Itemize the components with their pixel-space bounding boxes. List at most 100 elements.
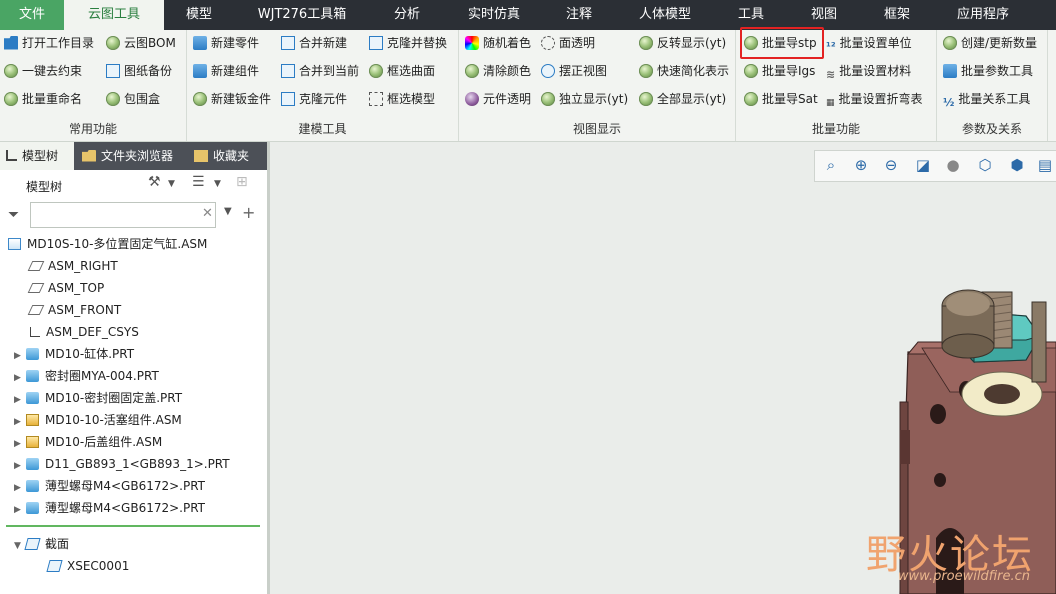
datum-display-icon[interactable]: ▤ bbox=[1032, 152, 1056, 178]
chevron-right-icon[interactable]: ▶ bbox=[14, 345, 26, 367]
random-color-button[interactable]: 随机着色 bbox=[465, 32, 531, 54]
new-part-button[interactable]: 新建零件 bbox=[193, 32, 259, 54]
csys-icon bbox=[30, 326, 40, 337]
panel-divider bbox=[6, 525, 260, 527]
group-modeling: 新建零件 新建组件 新建钣金件 合并新建 合并到当前 克隆元件 克隆并替换 框选… bbox=[187, 30, 459, 141]
batch-export-sat-button[interactable]: 批量导Sat bbox=[744, 88, 818, 110]
tab-model[interactable]: 模型 bbox=[168, 0, 230, 30]
new-sheetmetal-button[interactable]: 新建钣金件 bbox=[193, 88, 271, 110]
chevron-right-icon[interactable]: ▶ bbox=[14, 411, 26, 433]
box-select-model-button[interactable]: 框选模型 bbox=[369, 88, 435, 110]
chevron-right-icon[interactable]: ▶ bbox=[14, 389, 26, 411]
close-icon[interactable]: ✕ bbox=[202, 206, 213, 221]
open-workdir-button[interactable]: 打开工作目录 bbox=[4, 32, 94, 54]
tab-frame[interactable]: 框架 bbox=[868, 0, 926, 30]
component-transparent-button[interactable]: 元件透明 bbox=[465, 88, 531, 110]
tab-favorites[interactable]: 收藏夹 bbox=[188, 142, 270, 170]
batch-set-bend-table-button[interactable]: ▦ 批量设置折弯表 bbox=[826, 88, 923, 110]
tree-node[interactable]: ▶ MD10-密封圈固定盖.PRT bbox=[14, 387, 182, 409]
green-ball-icon bbox=[4, 63, 18, 78]
assembly-icon bbox=[26, 413, 39, 426]
face-transparent-button[interactable]: 面透明 bbox=[541, 32, 595, 54]
new-assembly-button[interactable]: 新建组件 bbox=[193, 60, 259, 82]
batch-export-igs-button[interactable]: 批量导Igs bbox=[744, 60, 815, 82]
chevron-down-icon[interactable]: ▼ bbox=[214, 179, 221, 189]
tab-file[interactable]: 文件 bbox=[0, 0, 64, 30]
chevron-right-icon[interactable]: ▶ bbox=[14, 433, 26, 455]
create-update-qty-button[interactable]: 创建/更新数量 bbox=[943, 32, 1037, 54]
tree-node[interactable]: ▶ MD10-缸体.PRT bbox=[14, 343, 134, 365]
batch-param-tool-button[interactable]: 批量参数工具 bbox=[943, 60, 1033, 82]
tab-applications[interactable]: 应用程序 bbox=[946, 0, 1020, 30]
remove-constraints-button[interactable]: 一键去约束 bbox=[4, 60, 82, 82]
batch-set-material-button[interactable]: ≋ 批量设置材料 bbox=[826, 60, 911, 82]
tree-node[interactable]: ▶ D11_GB893_1<GB893_1>.PRT bbox=[14, 453, 230, 475]
tree-node[interactable]: ▶ 密封圈MYA-004.PRT bbox=[14, 365, 159, 387]
bounding-box-button[interactable]: 包围盒 bbox=[106, 88, 160, 110]
part-icon bbox=[26, 369, 39, 382]
clone-replace-button[interactable]: 克隆并替换 bbox=[369, 32, 447, 54]
tree-node[interactable]: ▶ MD10-后盖组件.ASM bbox=[14, 431, 162, 453]
show-all-button[interactable]: 全部显示(yt) bbox=[639, 88, 726, 110]
tab-wjt-toolbox[interactable]: WJT276工具箱 bbox=[238, 0, 366, 30]
new-part-icon bbox=[193, 35, 207, 50]
tab-tools[interactable]: 工具 bbox=[722, 0, 780, 30]
zoom-out-icon[interactable]: ⊖ bbox=[878, 152, 904, 178]
quick-simplified-button[interactable]: 快速简化表示 bbox=[639, 60, 729, 82]
chevron-right-icon[interactable]: ▶ bbox=[14, 499, 26, 521]
clear-color-button[interactable]: 清除颜色 bbox=[465, 60, 531, 82]
green-ball-icon bbox=[106, 35, 120, 50]
chevron-right-icon[interactable]: ▶ bbox=[14, 477, 26, 499]
align-view-button[interactable]: 摆正视图 bbox=[541, 60, 607, 82]
graphics-window[interactable]: ⌕ ⊕ ⊖ ◪ ● ⬡ ⬢ ▤ 野火论坛 www.proewildfire.cn bbox=[270, 142, 1056, 594]
tab-realtime-sim[interactable]: 实时仿真 bbox=[456, 0, 532, 30]
tab-folder-browser[interactable]: 文件夹浏览器 bbox=[76, 142, 192, 170]
tab-analysis[interactable]: 分析 bbox=[372, 0, 442, 30]
tree-display-icon[interactable]: ☰ bbox=[192, 174, 205, 190]
repaint-icon[interactable]: ◪ bbox=[910, 152, 936, 178]
display-style-icon[interactable]: ● bbox=[940, 152, 966, 178]
tree-node[interactable]: ▶ 薄型螺母M4<GB6172>.PRT bbox=[14, 475, 205, 497]
clone-component-button[interactable]: 克隆元件 bbox=[281, 88, 347, 110]
chevron-right-icon[interactable]: ▶ bbox=[14, 367, 26, 389]
tab-human-model[interactable]: 人体模型 bbox=[628, 0, 702, 30]
merge-to-current-button[interactable]: 合并到当前 bbox=[281, 60, 359, 82]
saved-views-icon[interactable]: ⬡ bbox=[972, 152, 998, 178]
tree-node-root[interactable]: MD10S-10-多位置固定气缸.ASM bbox=[8, 233, 207, 255]
plus-icon[interactable]: + bbox=[242, 203, 255, 222]
tree-settings-icon[interactable]: ⚒ bbox=[148, 174, 161, 190]
zoom-in-icon[interactable]: ⊕ bbox=[848, 152, 874, 178]
batch-relation-tool-button[interactable]: ½ 批量关系工具 bbox=[943, 88, 1030, 110]
batch-set-units-button[interactable]: ¹² 批量设置单位 bbox=[826, 32, 912, 54]
tab-cloud-tools[interactable]: 云图工具 bbox=[64, 0, 164, 30]
chevron-down-icon[interactable]: ▼ bbox=[168, 179, 175, 189]
tree-node[interactable]: ASM_TOP bbox=[27, 277, 104, 299]
box-select-surface-button[interactable]: 框选曲面 bbox=[369, 60, 435, 82]
tree-search-input[interactable] bbox=[30, 202, 216, 228]
batch-rename-button[interactable]: 批量重命名 bbox=[4, 88, 82, 110]
merge-new-button[interactable]: 合并新建 bbox=[281, 32, 347, 54]
group-label-params: 参数及关系 bbox=[961, 122, 1022, 136]
tree-node[interactable]: ASM_RIGHT bbox=[27, 255, 118, 277]
cloud-bom-button[interactable]: 云图BOM bbox=[106, 32, 176, 54]
drawing-backup-button[interactable]: 图纸备份 bbox=[106, 60, 172, 82]
tree-node[interactable]: ▶ 薄型螺母M4<GB6172>.PRT bbox=[14, 497, 205, 519]
tab-annotate[interactable]: 注释 bbox=[548, 0, 610, 30]
chevron-down-icon[interactable]: ▼ bbox=[224, 206, 232, 217]
tree-node[interactable]: XSEC0001 bbox=[46, 555, 129, 577]
zoom-fit-icon[interactable]: ⌕ bbox=[818, 152, 844, 178]
invert-display-button[interactable]: 反转显示(yt) bbox=[639, 32, 726, 54]
filter-icon[interactable]: ⏷ bbox=[8, 207, 19, 223]
chevron-down-icon[interactable]: ▼ bbox=[14, 535, 26, 557]
tree-node-sections[interactable]: ▼ 截面 bbox=[14, 533, 69, 555]
tab-view[interactable]: 视图 bbox=[796, 0, 852, 30]
tree-columns-icon[interactable]: ⊞ bbox=[236, 174, 248, 190]
tab-model-tree[interactable]: 模型树 bbox=[0, 142, 74, 170]
isolate-display-button[interactable]: 独立显示(yt) bbox=[541, 88, 628, 110]
chevron-right-icon[interactable]: ▶ bbox=[14, 455, 26, 477]
view-orientation-icon[interactable]: ⬢ bbox=[1004, 152, 1030, 178]
tree-node[interactable]: ASM_DEF_CSYS bbox=[30, 321, 139, 343]
purple-ball-icon bbox=[465, 91, 479, 106]
tree-node[interactable]: ASM_FRONT bbox=[27, 299, 121, 321]
tree-node[interactable]: ▶ MD10-10-活塞组件.ASM bbox=[14, 409, 182, 431]
